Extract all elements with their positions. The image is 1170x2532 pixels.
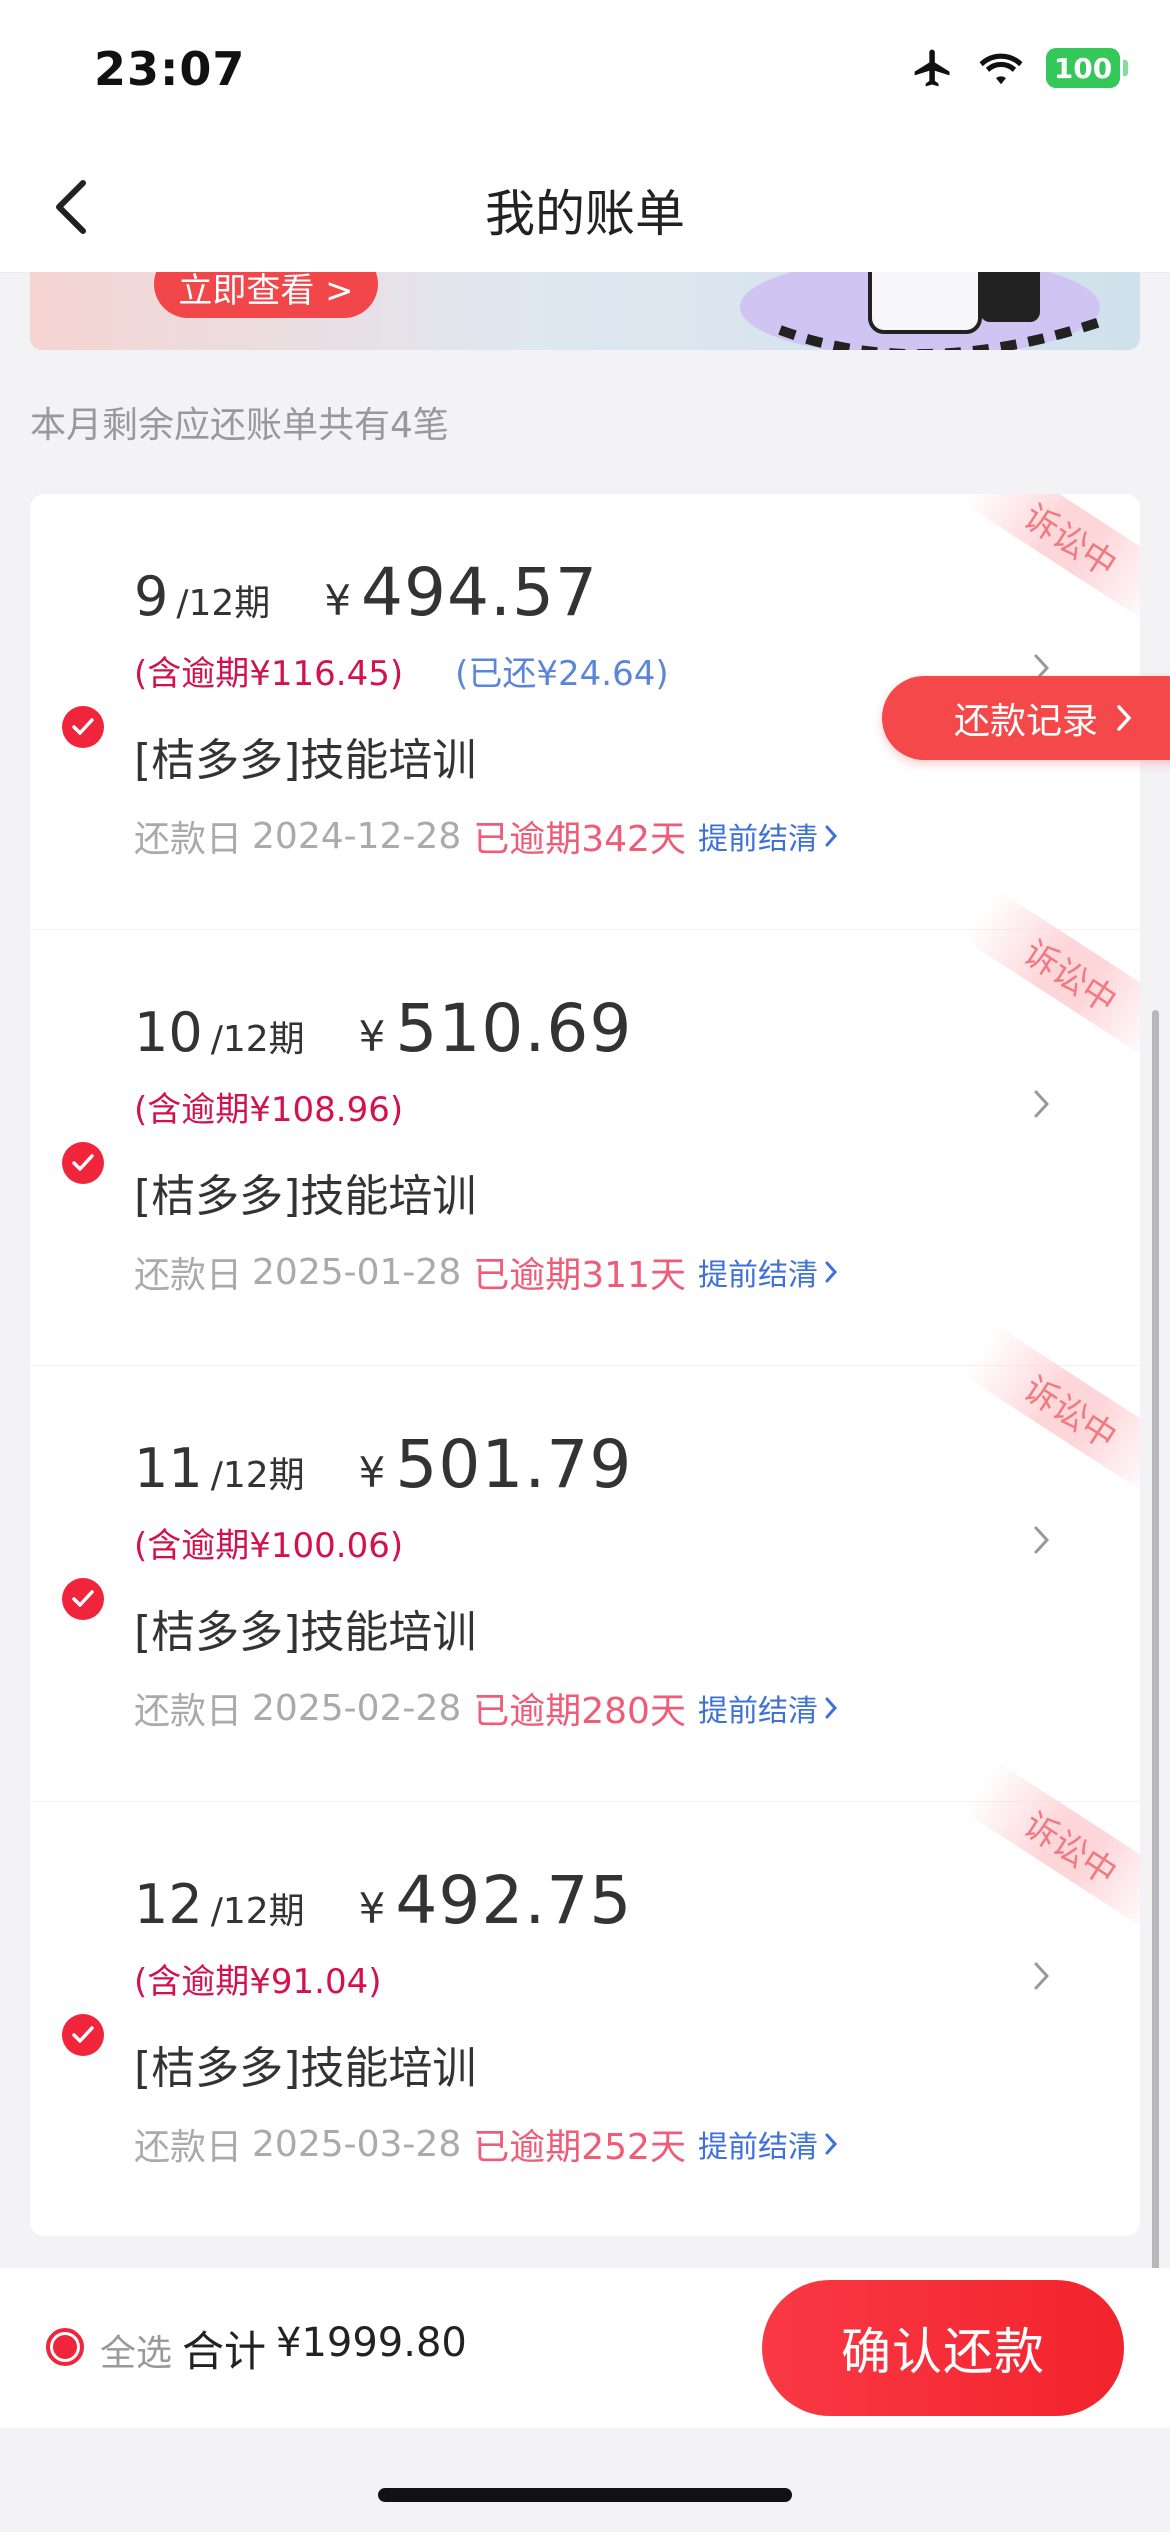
- period-number: 9: [134, 565, 169, 628]
- chevron-right-icon[interactable]: [1032, 1960, 1052, 1992]
- prepay-link[interactable]: 提前结清: [698, 814, 838, 858]
- status-icons: 100: [910, 46, 1128, 90]
- period-total: /12期: [210, 1891, 305, 1932]
- due-date: 2025-02-28: [252, 1687, 462, 1729]
- battery-indicator: 100: [1046, 48, 1128, 88]
- bill-amount: 501.79: [395, 1426, 633, 1503]
- check-icon: [72, 2026, 94, 2043]
- promo-banner[interactable]: 立即查看 >: [30, 272, 1140, 350]
- check-icon: [72, 718, 94, 735]
- bill-checkbox[interactable]: [62, 2014, 104, 2056]
- chevron-right-icon[interactable]: [1032, 1088, 1052, 1120]
- bill-item[interactable]: 诉讼中 11 /12期 ¥ 501.79 (含逾期¥100.06) [桔多多]技…: [30, 1324, 1140, 1802]
- due-label: 还款日: [134, 1691, 243, 1732]
- overdue-days: 已逾期311天: [473, 1255, 686, 1296]
- confirm-repay-button[interactable]: 确认还款: [762, 2280, 1124, 2416]
- due-date: 2025-03-28: [252, 2123, 462, 2165]
- lawsuit-badge: 诉讼中: [963, 494, 1140, 624]
- due-label: 还款日: [134, 2127, 243, 2168]
- month-summary: 本月剩余应还账单共有4笔: [30, 405, 449, 446]
- page-title: 我的账单: [485, 185, 685, 243]
- bill-name: [桔多多]技能培训: [134, 2043, 477, 2094]
- currency-symbol: ¥: [358, 1884, 386, 1933]
- prepay-label: 提前结清: [697, 2130, 818, 2165]
- period-row: 9 /12期 ¥ 494.57: [134, 554, 598, 631]
- bill-name: [桔多多]技能培训: [134, 735, 477, 786]
- status-bar: 23:07 100: [0, 0, 1170, 140]
- period-number: 11: [134, 1437, 203, 1500]
- overdue-included: (含逾期¥100.06): [134, 1526, 404, 1566]
- period-row: 10 /12期 ¥ 510.69: [134, 990, 632, 1067]
- bill-checkbox[interactable]: [62, 1142, 104, 1184]
- status-time: 23:07: [94, 42, 246, 96]
- wifi-icon: [978, 50, 1024, 86]
- nav-bar: 我的账单: [0, 140, 1170, 273]
- scrollbar[interactable]: [1152, 1010, 1159, 2352]
- prepay-link[interactable]: 提前结清: [698, 1250, 838, 1294]
- chevron-right-icon: [825, 1697, 837, 1719]
- period-number: 10: [134, 1001, 203, 1064]
- banner-view-button[interactable]: 立即查看 >: [154, 272, 378, 318]
- paid-amount: (已还¥24.64): [455, 654, 669, 694]
- bill-checkbox[interactable]: [62, 706, 104, 748]
- bill-item[interactable]: 诉讼中 12 /12期 ¥ 492.75 (含逾期¥91.04) [桔多多]技能…: [30, 1760, 1140, 2236]
- overdue-row: (含逾期¥91.04): [134, 1954, 382, 2003]
- period-row: 11 /12期 ¥ 501.79: [134, 1426, 632, 1503]
- airplane-icon: [910, 46, 956, 90]
- bill-item[interactable]: 诉讼中 10 /12期 ¥ 510.69 (含逾期¥108.96) [桔多多]技…: [30, 888, 1140, 1366]
- banner-illustration: [740, 272, 1102, 350]
- period-total: /12期: [176, 583, 271, 624]
- due-date: 2025-01-28: [252, 1251, 462, 1293]
- currency-symbol: ¥: [358, 1012, 386, 1061]
- overdue-days: 已逾期342天: [473, 819, 686, 860]
- repay-record-label: 还款记录: [954, 701, 1099, 742]
- prepay-label: 提前结清: [697, 822, 818, 857]
- check-icon: [72, 1590, 94, 1607]
- due-row: 还款日 2024-12-28 已逾期342天 提前结清: [134, 810, 838, 862]
- total-label: 合计: [182, 2327, 267, 2376]
- overdue-included: (含逾期¥91.04): [134, 1962, 382, 2002]
- total-amount: ¥1999.80: [276, 2320, 467, 2366]
- overdue-included: (含逾期¥116.45): [134, 654, 404, 694]
- bill-name: [桔多多]技能培训: [134, 1607, 477, 1658]
- currency-symbol: ¥: [324, 576, 352, 625]
- due-date: 2024-12-28: [252, 815, 462, 857]
- due-row: 还款日 2025-02-28 已逾期280天 提前结清: [134, 1682, 838, 1734]
- period-total: /12期: [210, 1455, 305, 1496]
- period-row: 12 /12期 ¥ 492.75: [134, 1862, 632, 1939]
- bill-amount: 494.57: [361, 554, 598, 631]
- chevron-right-icon: [825, 825, 837, 847]
- prepay-link[interactable]: 提前结清: [698, 2122, 838, 2166]
- overdue-row: (含逾期¥100.06): [134, 1518, 403, 1567]
- currency-symbol: ¥: [358, 1448, 386, 1497]
- select-all-label[interactable]: 全选: [100, 2324, 172, 2376]
- period-number: 12: [134, 1873, 203, 1936]
- chevron-right-icon: [825, 1261, 837, 1283]
- due-label: 还款日: [134, 819, 243, 860]
- due-label: 还款日: [134, 1255, 243, 1296]
- due-row: 还款日 2025-03-28 已逾期252天 提前结清: [134, 2118, 838, 2170]
- prepay-label: 提前结清: [697, 1258, 818, 1293]
- prepay-label: 提前结清: [697, 1694, 818, 1729]
- bill-amount: 492.75: [395, 1862, 633, 1939]
- overdue-row: (含逾期¥108.96): [134, 1082, 403, 1131]
- bill-checkbox[interactable]: [62, 1578, 104, 1620]
- overdue-row: (含逾期¥116.45) (已还¥24.64): [134, 646, 669, 695]
- check-icon: [72, 1154, 94, 1171]
- bill-amount: 510.69: [395, 990, 633, 1067]
- chevron-right-icon: [1117, 705, 1132, 731]
- overdue-included: (含逾期¥108.96): [134, 1090, 404, 1130]
- select-all-radio[interactable]: [46, 2328, 84, 2366]
- chevron-right-icon: [825, 2133, 837, 2155]
- period-total: /12期: [210, 1019, 305, 1060]
- home-indicator: [378, 2488, 792, 2502]
- overdue-days: 已逾期252天: [473, 2127, 686, 2168]
- chevron-right-icon[interactable]: [1032, 1524, 1052, 1556]
- repay-record-button[interactable]: 还款记录: [882, 676, 1170, 760]
- overdue-days: 已逾期280天: [473, 1691, 686, 1732]
- due-row: 还款日 2025-01-28 已逾期311天 提前结清: [134, 1246, 838, 1298]
- prepay-link[interactable]: 提前结清: [698, 1686, 838, 1730]
- bill-name: [桔多多]技能培训: [134, 1171, 477, 1222]
- bottom-bar: 全选 合计 ¥1999.80 确认还款: [0, 2268, 1170, 2428]
